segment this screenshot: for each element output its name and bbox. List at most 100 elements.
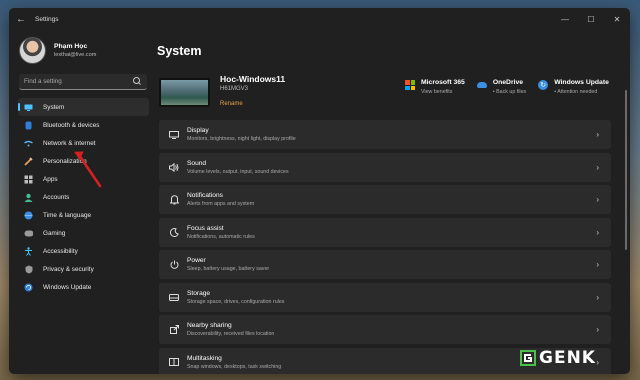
sidebar-item-label: Windows Update [43,283,92,291]
rename-link[interactable]: Rename [220,101,243,107]
device-model: H61MGV3 [220,86,249,92]
chevron-right-icon: › [596,325,599,334]
sidebar-item-label: Privacy & security [43,265,94,273]
brush-icon [24,156,33,166]
watermark-text: GENK [539,348,596,368]
setting-title: Multitasking [187,354,222,362]
desktop-wallpaper-thumbnail[interactable] [159,77,210,107]
apps-icon [24,175,33,184]
maximize-button[interactable]: ☐ [578,8,604,30]
settings-list: Display Monitors, brightness, night light… [159,120,611,374]
sidebar-item-windows-update[interactable]: Windows Update [18,278,149,296]
profile-email: lexthai@live.com [54,52,97,58]
page-title: System [157,44,202,58]
setting-focus-assist[interactable]: Focus assist Notifications, automatic rul… [159,217,611,247]
service-windows-update[interactable]: ↻ Windows Update • Attention needed [538,79,609,95]
service-microsoft-365[interactable]: Microsoft 365 View benefits [405,79,465,95]
sidebar-item-time-language[interactable]: Time & language [18,206,149,224]
scrollbar[interactable] [625,90,627,250]
setting-title: Sound [187,159,207,167]
sidebar-item-accounts[interactable]: Accounts [18,188,149,206]
service-onedrive[interactable]: OneDrive • Back up files [476,79,527,95]
profile-name: Phạm Học [54,43,88,50]
genk-watermark: GENK [520,348,596,368]
sidebar-item-bluetooth[interactable]: Bluetooth & devices [18,116,149,134]
display-icon [169,130,179,140]
setting-storage[interactable]: Storage Storage space, drives, configurat… [159,282,611,312]
setting-description: Monitors, brightness, night light, displ… [187,136,296,142]
network-icon [24,139,33,148]
setting-title: Storage [187,289,211,297]
search-placeholder: Find a setting [24,78,62,85]
avatar [19,37,46,64]
chevron-right-icon: › [596,292,599,302]
window-controls: — ☐ ✕ [552,8,630,30]
services-bar: Microsoft 365 View benefits OneDrive • B… [405,79,621,95]
globe-icon [24,211,33,220]
genk-logo-icon [520,350,536,366]
chevron-right-icon: › [596,227,599,237]
sidebar-item-label: Network & internet [43,139,96,147]
bell-icon [169,194,179,205]
sidebar-item-gaming[interactable]: Gaming [18,224,149,242]
sidebar-item-accessibility[interactable]: Accessibility [18,242,149,260]
sidebar-nav: System Bluetooth & devices Network & int… [18,98,149,296]
setting-title: Power [187,257,206,264]
windows-update-icon: ↻ [538,80,549,90]
close-button[interactable]: ✕ [604,8,630,30]
setting-description: Snap windows, desktops, task switching [187,363,282,370]
storage-icon [169,292,179,302]
setting-title: Display [187,127,209,134]
sidebar-item-label: System [43,103,65,111]
main-content: System Hoc-Windows11 H61MGV3 Rename Micr… [157,30,630,374]
service-subtitle: • Back up files [492,89,527,95]
setting-power[interactable]: Power Sleep, battery usage, battery saver… [159,250,611,279]
setting-notifications[interactable]: Notifications Alerts from apps and system… [159,185,611,214]
annotation-arrow [74,151,102,188]
sidebar-item-label: Accessibility [43,247,78,255]
moon-icon [169,227,179,237]
setting-description: Volume levels, output, input, sound devi… [187,168,289,175]
accessibility-icon [24,246,33,256]
setting-description: Storage space, drives, configuration rul… [187,298,285,305]
setting-description: Notifications, automatic rules [187,233,255,240]
gaming-icon [24,229,33,238]
device-info: Hoc-Windows11 H61MGV3 Rename [159,74,285,110]
sidebar-item-privacy-security[interactable]: Privacy & security [18,260,149,278]
service-subtitle: View benefits [421,89,453,95]
back-arrow-icon: ← [16,13,26,25]
sidebar-item-system[interactable]: System [18,98,149,116]
chevron-right-icon: › [596,162,599,172]
setting-display[interactable]: Display Monitors, brightness, night light… [159,120,611,149]
search-input[interactable]: Find a setting [19,74,147,90]
back-button[interactable]: ← [9,8,33,30]
setting-description: Discoverability, received files location [187,331,275,337]
chevron-right-icon: › [596,130,599,139]
system-icon [24,103,33,112]
setting-sound[interactable]: Sound Volume levels, output, input, sound… [159,152,611,182]
accounts-icon [24,193,33,202]
sidebar-item-label: Gaming [43,229,66,237]
sidebar-item-label: Apps [43,175,58,183]
sidebar-item-label: Bluetooth & devices [43,121,100,129]
microsoft-365-icon [405,80,415,90]
share-icon [169,325,179,335]
onedrive-icon [476,82,487,88]
chevron-right-icon: › [596,260,599,269]
sidebar-item-label: Time & language [43,211,92,219]
chevron-right-icon: › [596,357,599,367]
setting-title: Focus assist [187,224,224,232]
setting-description: Alerts from apps and system [187,201,255,207]
service-title: Windows Update [554,79,609,86]
shield-icon [24,265,33,274]
chevron-right-icon: › [596,195,599,204]
profile[interactable]: Phạm Học lexthai@live.com [19,37,96,64]
windows-update-icon [24,283,33,292]
setting-title: Notifications [187,192,223,199]
service-subtitle: • Attention needed [554,89,598,95]
service-title: Microsoft 365 [421,79,465,86]
minimize-button[interactable]: — [552,8,578,30]
sidebar: Phạm Học lexthai@live.com Find a setting… [9,30,149,374]
setting-nearby-sharing[interactable]: Nearby sharing Discoverability, received … [159,315,611,344]
device-name: Hoc-Windows11 [220,74,286,84]
